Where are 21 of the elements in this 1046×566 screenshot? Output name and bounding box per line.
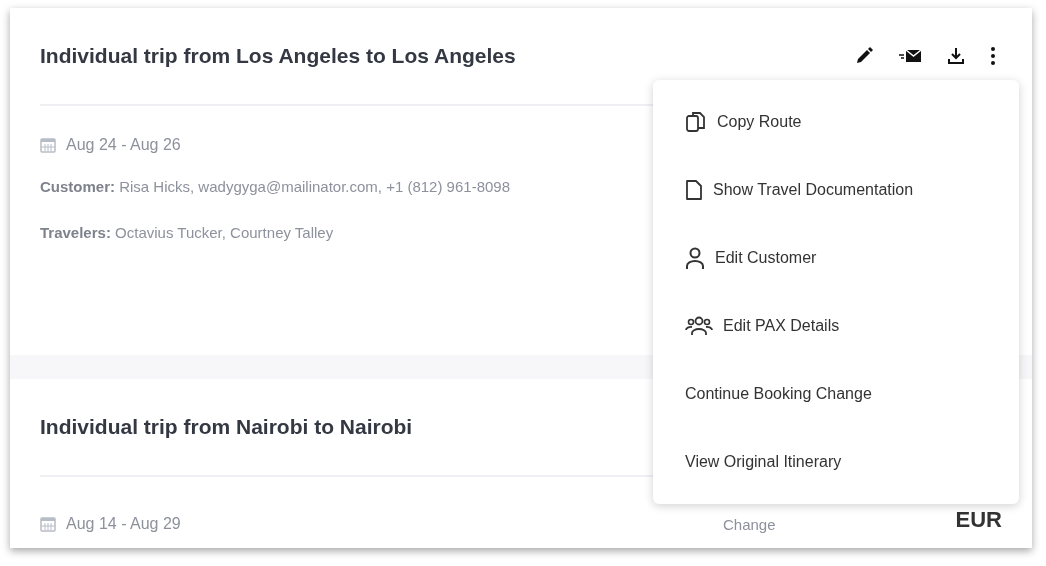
calendar-icon bbox=[40, 137, 56, 153]
person-icon bbox=[685, 246, 705, 270]
travelers-info: Travelers: Octavius Tucker, Courtney Talley bbox=[40, 223, 335, 243]
menu-item[interactable]: Edit Customer bbox=[653, 224, 1019, 292]
menu-item[interactable]: Continue Booking Change bbox=[653, 360, 1019, 428]
menu-item[interactable]: Edit PAX Details bbox=[653, 292, 1019, 360]
menu-item[interactable]: Copy Route bbox=[653, 88, 1019, 156]
menu-item[interactable]: Show Travel Documentation bbox=[653, 156, 1019, 224]
copy-icon bbox=[685, 110, 707, 134]
trip-title: Individual trip from Nairobi to Nairobi bbox=[40, 415, 414, 439]
calendar-icon bbox=[40, 516, 56, 532]
document-icon bbox=[685, 179, 703, 201]
trip-status: Change bbox=[723, 516, 776, 533]
group-icon bbox=[685, 315, 713, 337]
menu-item[interactable]: View Original Itinerary bbox=[653, 428, 1019, 496]
trip-dates: Aug 14 - Aug 29 bbox=[66, 515, 181, 533]
more-options-icon[interactable] bbox=[988, 44, 998, 68]
trip-title: Individual trip from Los Angeles to Los Angeles bbox=[40, 44, 517, 68]
trip-dates: Aug 24 - Aug 26 bbox=[66, 136, 181, 154]
currency-label: EUR bbox=[955, 507, 1002, 533]
customer-info: Customer: Risa Hicks, wadygyga@mailinator.com, +1 (812) 961-8098 bbox=[40, 177, 511, 197]
